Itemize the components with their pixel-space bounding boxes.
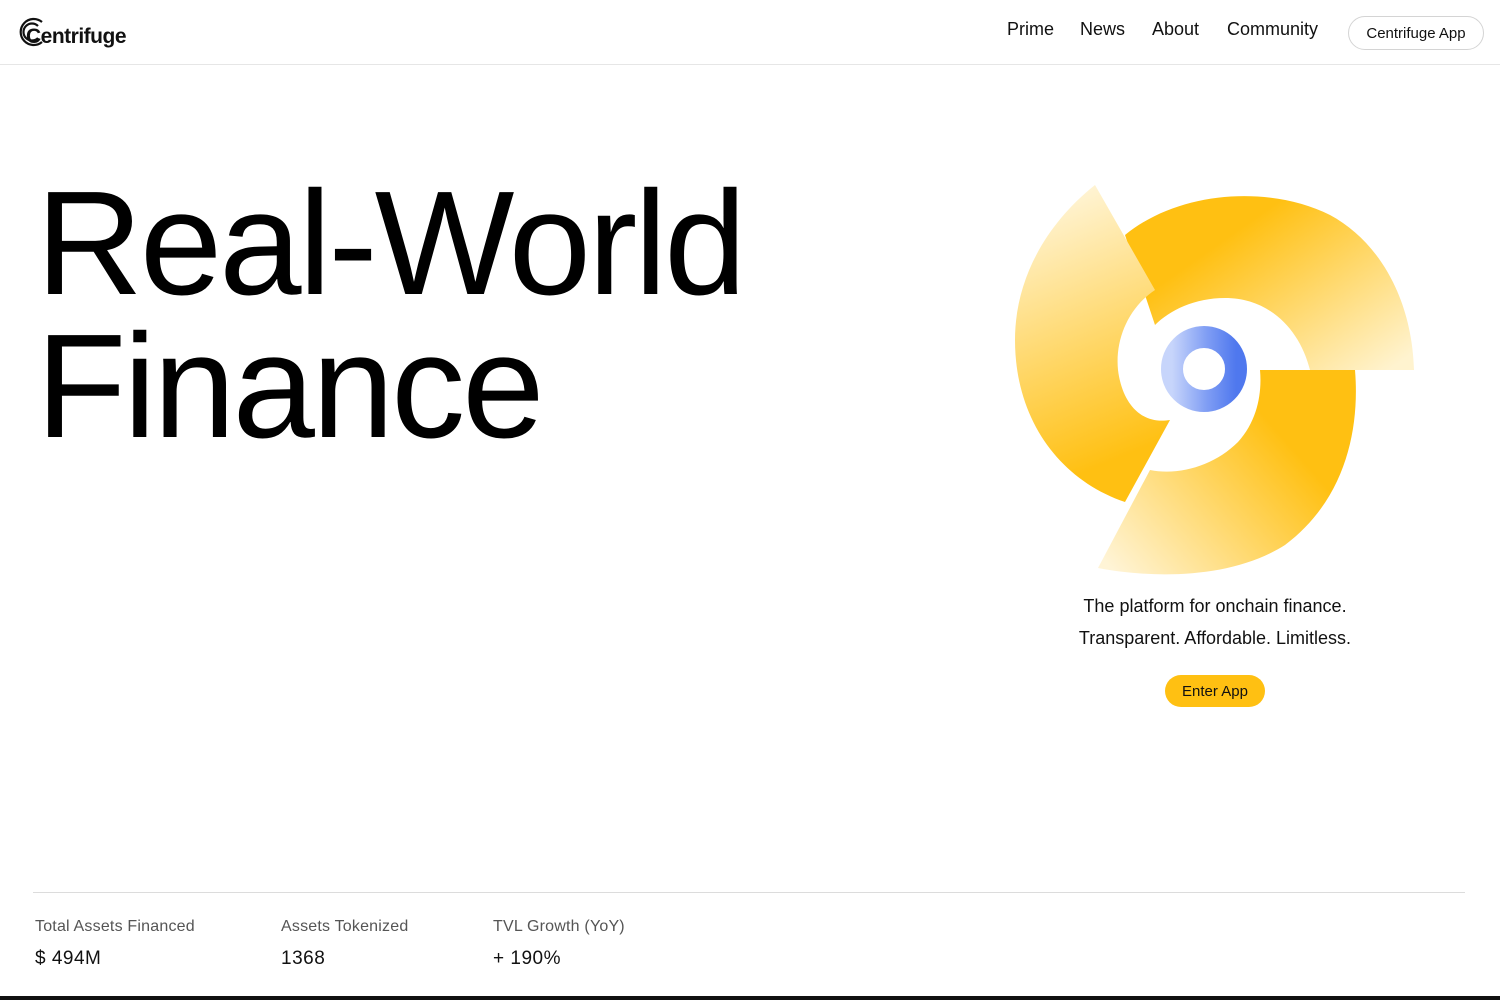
- stat-tvl-growth: TVL Growth (YoY) + 190%: [493, 918, 625, 970]
- stat-value: 1368: [281, 948, 326, 969]
- logo-link[interactable]: Centrifuge: [16, 17, 127, 49]
- logo-text: Centrifuge: [26, 25, 127, 48]
- bottom-edge-bar: [0, 996, 1500, 1000]
- hero-title: Real-World Finance: [36, 161, 746, 469]
- tagline-line-2: Transparent. Affordable. Limitless.: [1078, 628, 1352, 648]
- stats-divider: [33, 892, 1465, 893]
- site-header: Centrifuge Prime News About Community Ce…: [0, 0, 1500, 65]
- nav-link-community[interactable]: Community: [1227, 19, 1318, 40]
- centrifuge-swirl-illustration: [1015, 185, 1414, 575]
- tagline-line-1: The platform for onchain finance.: [1083, 596, 1347, 616]
- enter-app-button[interactable]: Enter App: [1165, 675, 1265, 707]
- page: Centrifuge Prime News About Community Ce…: [0, 0, 1500, 1000]
- stat-assets-tokenized: Assets Tokenized 1368: [281, 918, 408, 970]
- hero-title-line-2: Finance: [36, 304, 545, 469]
- hero-title-line-1: Real-World: [36, 161, 746, 326]
- nav-link-about[interactable]: About: [1152, 19, 1199, 40]
- stat-label: Total Assets Financed: [35, 918, 195, 935]
- stat-value: + 190%: [493, 948, 561, 969]
- stat-total-assets-financed: Total Assets Financed $ 494M: [35, 918, 195, 970]
- nav-link-news[interactable]: News: [1080, 19, 1125, 40]
- stat-value: $ 494M: [35, 948, 102, 969]
- nav-link-prime[interactable]: Prime: [1007, 19, 1054, 40]
- stat-label: Assets Tokenized: [281, 918, 409, 935]
- stat-label: TVL Growth (YoY): [493, 918, 625, 935]
- centrifuge-app-button[interactable]: Centrifuge App: [1348, 16, 1484, 50]
- hero-tagline: The platform for onchain finance. Transp…: [1015, 590, 1415, 654]
